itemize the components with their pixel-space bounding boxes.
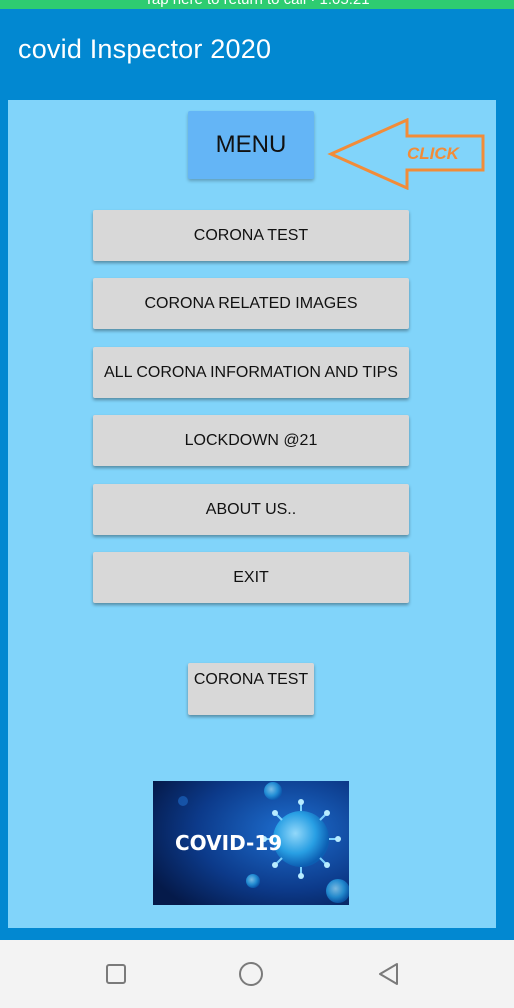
covid-19-text: COVID-19 xyxy=(175,831,282,855)
corona-test-secondary-button[interactable]: CORONA TEST xyxy=(188,663,314,715)
exit-button[interactable]: EXIT xyxy=(93,552,409,603)
lockdown-button[interactable]: LOCKDOWN @21 xyxy=(93,415,409,466)
circle-icon[interactable] xyxy=(237,960,265,988)
corona-information-tips-button[interactable]: ALL CORONA INFORMATION AND TIPS xyxy=(93,347,409,398)
corona-test-button[interactable]: CORONA TEST xyxy=(93,210,409,261)
content-area: MENU CORONA TEST CORONA RELATED IMAGES A… xyxy=(8,100,496,928)
menu-button[interactable]: MENU xyxy=(188,111,314,179)
square-icon[interactable] xyxy=(102,960,130,988)
about-us-button[interactable]: ABOUT US.. xyxy=(93,484,409,535)
corona-related-images-button[interactable]: CORONA RELATED IMAGES xyxy=(93,278,409,329)
app-bar: covid Inspector 2020 xyxy=(0,9,514,89)
click-label: CLICK xyxy=(407,144,461,163)
app-title: covid Inspector 2020 xyxy=(18,34,272,64)
covid-19-image: COVID-19 xyxy=(153,781,349,905)
content-frame: MENU CORONA TEST CORONA RELATED IMAGES A… xyxy=(0,89,514,940)
return-to-call-banner[interactable]: Tap here to return to call · 1:05:21 xyxy=(0,0,514,9)
screen: Tap here to return to call · 1:05:21 cov… xyxy=(0,0,514,1008)
covid-19-illustration: COVID-19 xyxy=(153,781,349,905)
call-banner-text: Tap here to return to call · 1:05:21 xyxy=(0,0,514,8)
click-arrow-icon: CLICK xyxy=(327,118,485,190)
navigation-bar xyxy=(0,940,514,1008)
triangle-back-icon[interactable] xyxy=(375,960,403,988)
